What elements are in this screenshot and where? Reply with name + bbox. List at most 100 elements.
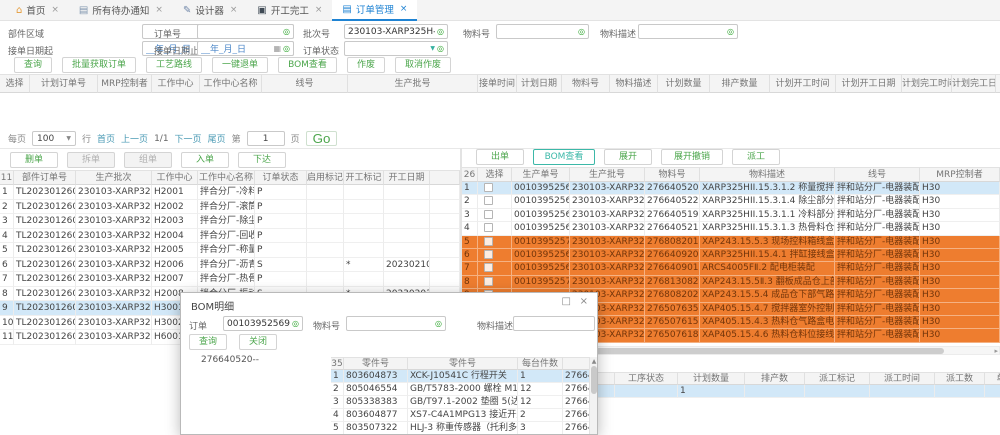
modal-material-input[interactable]: ◎ (346, 316, 446, 331)
close-icon[interactable]: × (580, 296, 588, 307)
table-row[interactable]: 5803507322HLJ-3 称重传感器（托利多）3276640 (331, 422, 591, 435)
close-icon[interactable]: × (155, 5, 163, 15)
prev-page-link[interactable]: 上一页 (121, 132, 148, 145)
go-button[interactable]: Go (306, 131, 338, 146)
row-checkbox[interactable] (484, 183, 493, 192)
modal-order-value[interactable] (227, 319, 290, 329)
table-row[interactable]: 4001039525691230103-XARP325H-1/327664052… (462, 222, 1000, 235)
lookup-icon[interactable]: ◎ (727, 27, 734, 36)
bom-tree-node[interactable]: 276640520-- (201, 355, 259, 365)
table-row[interactable]: 1803604873XCK-J10541C 行程开关1276640 (331, 370, 591, 383)
row-checkbox[interactable] (484, 237, 493, 246)
table-row[interactable]: 7001039525694230103-XARP325H-1/327664090… (462, 262, 1000, 275)
combine-order-button[interactable]: 组单 (124, 152, 172, 168)
modal-desc-label: 物料描述 (477, 319, 513, 332)
bom-view-button[interactable]: BOM查看 (278, 57, 337, 73)
stock-in-button[interactable]: 入单 (181, 152, 229, 168)
scroll-right-icon[interactable]: ▸ (994, 347, 998, 355)
modal-query-button[interactable]: 查询 (189, 334, 227, 350)
split-order-button[interactable]: 拆单 (67, 152, 115, 168)
date-to-value[interactable] (201, 44, 273, 54)
modal-material-value[interactable] (350, 319, 433, 329)
table-row[interactable]: 3TL202301260001230103-XARP325H-1/3H2003拌… (0, 214, 460, 229)
modal-desc-input[interactable] (513, 316, 595, 331)
table-row[interactable]: 1001039525690230103-XARP325H-1/327664052… (462, 182, 1000, 195)
vertical-scrollbar[interactable]: ▲ (589, 357, 597, 434)
order-status-select[interactable]: ▼ ◎ (344, 41, 448, 56)
row-checkbox[interactable] (484, 196, 493, 205)
issue-order-button[interactable]: 出单 (476, 149, 524, 165)
lookup-icon[interactable]: ◎ (435, 319, 442, 328)
tab-home[interactable]: ⌂ 首页 × (6, 0, 69, 21)
material-value[interactable] (500, 27, 576, 37)
table-row[interactable]: 5001039525709230103-XARP325H-1/327680820… (462, 236, 1000, 249)
calendar-icon[interactable]: ▦ (273, 44, 281, 53)
scrollbar-thumb[interactable] (591, 366, 597, 394)
row-checkbox[interactable] (484, 277, 493, 286)
close-icon[interactable]: × (230, 5, 238, 15)
modal-desc-value[interactable] (517, 319, 591, 329)
maximize-icon[interactable]: □ (562, 296, 571, 307)
one-click-return-button[interactable]: 一键退单 (212, 57, 268, 73)
order-no-value[interactable] (201, 27, 281, 37)
table-row[interactable]: 1TL202301260005230103-XARP325H-1/3H2001拌… (0, 185, 460, 200)
batch-fetch-orders-button[interactable]: 批量获取订单 (62, 57, 136, 73)
table-row[interactable]: 8001039525713230103-XARP325H-1/327681308… (462, 276, 1000, 289)
process-route-button[interactable]: 工艺路线 (146, 57, 202, 73)
table-row[interactable]: 6TL202301260011230103-XARP325H-1/3H2006拌… (0, 258, 460, 273)
table-row[interactable]: 3001039525689230103-XARP325H-1/327664051… (462, 209, 1000, 222)
scroll-up-icon[interactable]: ▲ (590, 358, 598, 365)
cell-enable (307, 243, 344, 258)
delete-order-button[interactable]: 删单 (10, 152, 58, 168)
batch-value[interactable] (348, 27, 435, 37)
table-row[interactable]: 4TL202301260003230103-XARP325H-1/3H2004拌… (0, 229, 460, 244)
material-input[interactable]: ◎ (496, 24, 589, 39)
close-icon[interactable]: × (315, 5, 323, 15)
lookup-icon[interactable]: ◎ (283, 44, 290, 53)
modal-order-input[interactable]: ◎ (223, 316, 303, 331)
dispatch-button[interactable]: 派工 (732, 149, 780, 165)
batch-input[interactable]: ◎ (344, 24, 448, 39)
material-desc-value[interactable] (642, 27, 725, 37)
table-row[interactable]: 5TL202301260006230103-XARP325H-1/3H2005拌… (0, 243, 460, 258)
expand-undo-button[interactable]: 展开撤销 (661, 149, 723, 165)
query-button[interactable]: 查询 (14, 57, 52, 73)
modal-close-button[interactable]: 关闭 (239, 334, 277, 350)
lookup-icon[interactable]: ◎ (437, 44, 444, 53)
table-row[interactable]: 6001039525696230103-XARP325H-1/327664092… (462, 249, 1000, 262)
release-button[interactable]: 下达 (238, 152, 286, 168)
first-page-link[interactable]: 首页 (97, 132, 115, 145)
expand-button[interactable]: 展开 (604, 149, 652, 165)
row-checkbox[interactable] (484, 223, 493, 232)
table-row[interactable]: 2001039525692230103-XARP325H-1/327664052… (462, 195, 1000, 208)
table-row[interactable]: 2805046554GB/T5783-2000 螺栓 M12×60(达克1227… (331, 383, 591, 396)
tab-order-management[interactable]: ▤ 订单管理 × (332, 0, 417, 21)
close-icon[interactable]: × (400, 4, 408, 14)
row-checkbox[interactable] (484, 263, 493, 272)
table-row[interactable]: 7TL202301260004230103-XARP325H-1/3H2007拌… (0, 272, 460, 287)
next-page-link[interactable]: 下一页 (175, 132, 202, 145)
row-checkbox[interactable] (484, 210, 493, 219)
bom-view-button[interactable]: BOM查看 (533, 149, 595, 165)
lookup-icon[interactable]: ◎ (437, 27, 444, 36)
tab-start-finish[interactable]: ▣ 开工完工 × (247, 0, 332, 21)
page-jump-input[interactable] (247, 131, 285, 146)
tab-todo-notices[interactable]: ▤ 所有待办通知 × (69, 0, 173, 21)
tab-designer[interactable]: ✎ 设计器 × (173, 0, 247, 21)
order-status-value[interactable] (348, 44, 430, 54)
table-row[interactable]: 4803604877XS7-C4A1MPG13 接近开关2276640 (331, 409, 591, 422)
row-checkbox[interactable] (484, 250, 493, 259)
lookup-icon[interactable]: ◎ (292, 319, 299, 328)
table-row[interactable]: 3805338383GB/T97.1-2002 垫圈 5(达克罗)1227664… (331, 396, 591, 409)
date-to-input[interactable]: ▦ ◎ (197, 41, 294, 56)
last-page-link[interactable]: 尾页 (208, 132, 226, 145)
material-desc-input[interactable]: ◎ (638, 24, 738, 39)
per-page-select[interactable]: 100 ▼ (32, 131, 76, 146)
close-icon[interactable]: × (51, 5, 59, 15)
lookup-icon[interactable]: ◎ (283, 27, 290, 36)
void-button[interactable]: 作废 (347, 57, 385, 73)
order-no-input[interactable]: ◎ (197, 24, 294, 39)
cancel-void-button[interactable]: 取消作废 (395, 57, 451, 73)
table-row[interactable]: 2TL202301260010230103-XARP325H-1/3H2002拌… (0, 200, 460, 215)
lookup-icon[interactable]: ◎ (578, 27, 585, 36)
